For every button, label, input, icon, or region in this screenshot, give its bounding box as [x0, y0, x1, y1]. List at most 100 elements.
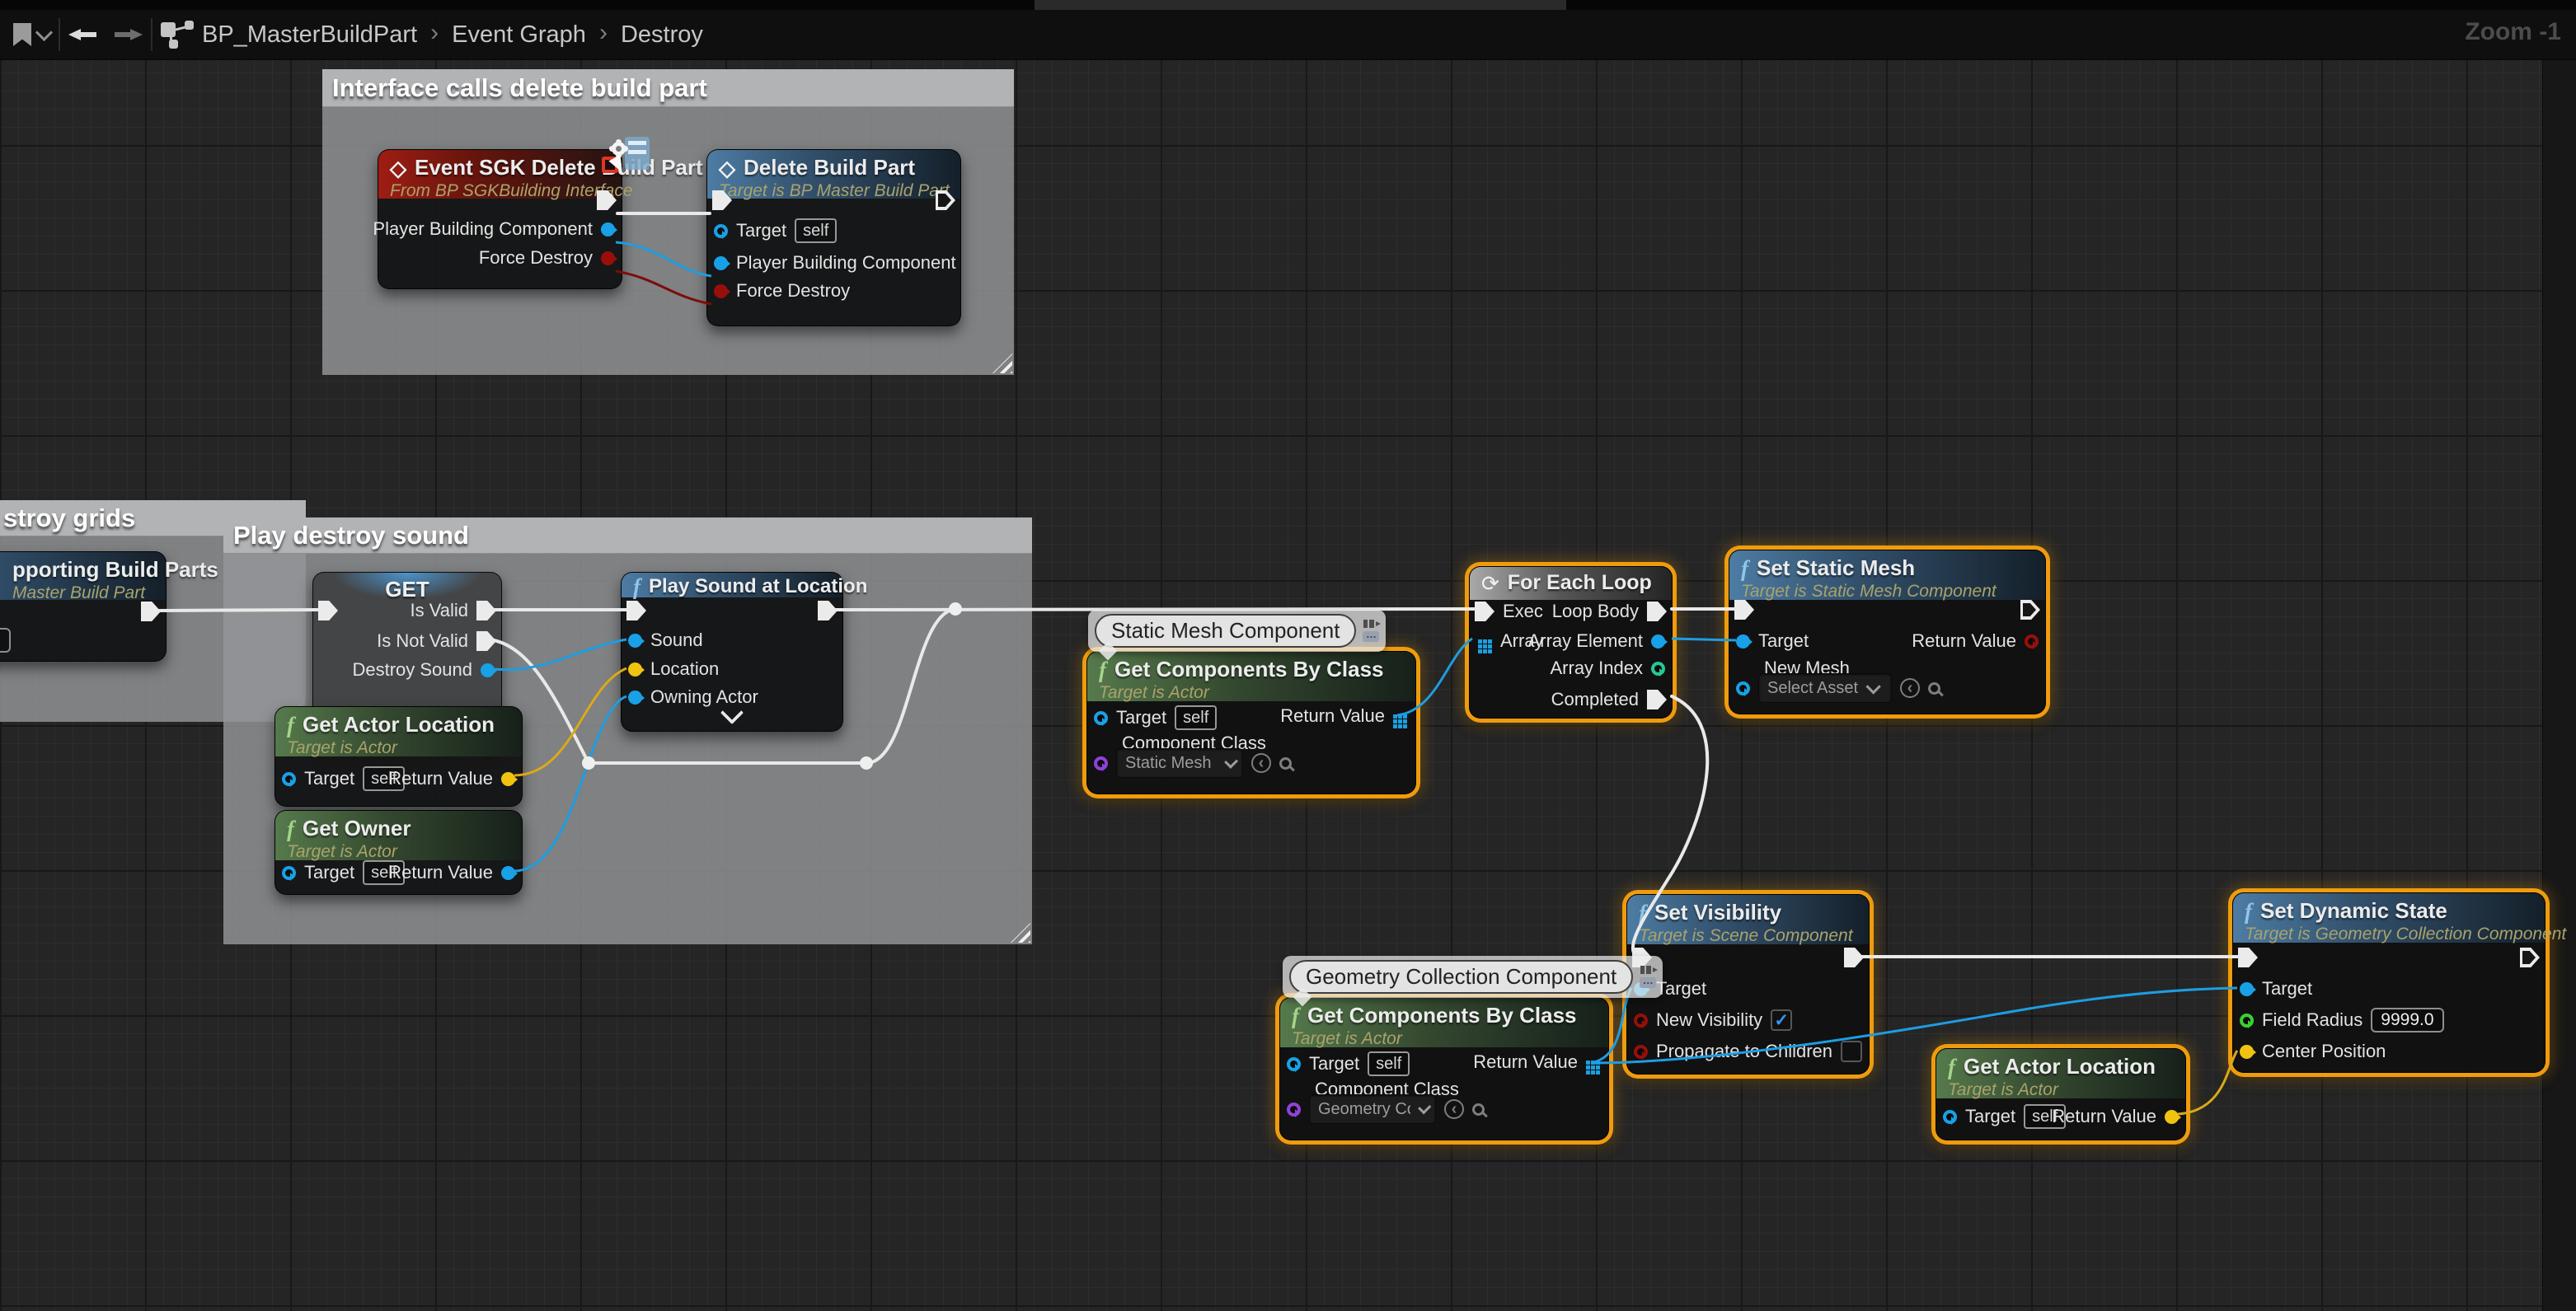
bookmarks-dropdown[interactable] — [13, 23, 50, 46]
vector-pin-in[interactable] — [628, 663, 642, 677]
exec-in-pin[interactable] — [2238, 948, 2258, 967]
exec-out-pin[interactable] — [818, 601, 838, 620]
use-selected-icon[interactable]: ‹ — [1251, 753, 1271, 773]
breadcrumb-destroy[interactable]: Destroy — [621, 21, 703, 49]
comment-title-bar[interactable]: Interface calls delete build part — [322, 69, 1014, 107]
browse-icon[interactable] — [1928, 682, 1940, 695]
breadcrumb-blueprint[interactable]: BP_MasterBuildPart — [202, 21, 417, 49]
object-pin-in[interactable] — [714, 256, 728, 270]
new-visibility-checkbox[interactable]: ✓ — [1771, 1009, 1792, 1031]
node-supporting-build-parts[interactable]: pporting Build Parts Master Build Part — [0, 551, 167, 662]
target-pin[interactable] — [1094, 711, 1108, 725]
bool-pin-in[interactable] — [1634, 1014, 1648, 1028]
use-selected-icon[interactable]: ‹ — [1444, 1099, 1464, 1119]
bubble-static-mesh-component[interactable]: Static Mesh Component … — [1088, 610, 1386, 652]
object-pin-out[interactable] — [501, 866, 515, 880]
propagate-to-children-checkbox[interactable] — [1841, 1041, 1862, 1062]
object-pin-in[interactable] — [628, 634, 642, 648]
navigate-back-button[interactable] — [68, 29, 96, 40]
asset-dropdown[interactable]: Select Asset — [1758, 673, 1892, 703]
value-box-clipped[interactable] — [0, 628, 11, 653]
pin-label: Owning Actor — [650, 686, 758, 708]
field-radius-value-box[interactable]: 9999.0 — [2371, 1008, 2443, 1032]
exec-in-pin[interactable] — [1475, 602, 1494, 621]
comment-title-bar[interactable]: Play destroy sound — [223, 517, 1032, 554]
node-get-components-by-class-2[interactable]: f Get Components By Class Target is Acto… — [1279, 997, 1609, 1140]
exec-out-completed-pin[interactable] — [1647, 690, 1667, 709]
bool-pin-in[interactable] — [714, 284, 728, 298]
node-get-owner[interactable]: f Get Owner Target is Actor Target self … — [274, 810, 523, 895]
use-selected-icon[interactable]: ‹ — [1900, 678, 1920, 698]
array-pin-out[interactable] — [1393, 714, 1397, 719]
self-value-box[interactable]: self — [1368, 1051, 1410, 1076]
target-pin[interactable] — [1736, 634, 1750, 648]
more-options-icon[interactable]: … — [1363, 631, 1379, 642]
exec-out-pin[interactable] — [2520, 948, 2540, 967]
node-subtitle: Target is Static Mesh Component — [1741, 582, 2034, 602]
breadcrumb-event-graph[interactable]: Event Graph — [452, 21, 586, 49]
node-event-sgk-delete-build-part[interactable]: ◇ Event SGK Delete Build Part From BP SG… — [378, 149, 622, 289]
exec-out-pin[interactable] — [936, 190, 955, 210]
float-pin-in[interactable] — [2240, 1014, 2254, 1028]
exec-out-pin[interactable] — [141, 602, 161, 621]
target-pin[interactable] — [1287, 1057, 1301, 1071]
object-pin-out[interactable] — [481, 663, 495, 677]
target-pin[interactable] — [2240, 982, 2254, 996]
node-set-static-mesh[interactable]: f Set Static Mesh Target is Static Mesh … — [1729, 550, 2046, 714]
bool-pin-out[interactable] — [601, 251, 615, 265]
array-pin-out[interactable] — [1586, 1061, 1590, 1065]
node-set-dynamic-state[interactable]: f Set Dynamic State Target is Geometry C… — [2232, 892, 2546, 1073]
class-dropdown[interactable]: Static Mesh Cor — [1116, 748, 1243, 778]
array-pin-in[interactable] — [1478, 639, 1482, 644]
exec-out-is-valid-pin[interactable] — [476, 601, 496, 620]
exec-in-pin[interactable] — [712, 190, 732, 210]
exec-in-pin[interactable] — [626, 601, 646, 620]
function-icon: f — [1948, 1058, 1955, 1076]
pin-icon[interactable] — [1363, 620, 1378, 628]
object-pin-out[interactable] — [1651, 634, 1665, 648]
bool-pin-out[interactable] — [2025, 634, 2039, 648]
node-for-each-loop[interactable]: ⟳ For Each Loop Exec Array Loop Body Arr… — [1469, 566, 1673, 719]
more-options-icon[interactable]: … — [1640, 977, 1656, 988]
object-pin-out[interactable] — [601, 222, 615, 236]
target-pin[interactable] — [282, 772, 296, 786]
graph-icon — [161, 21, 194, 49]
navigate-forward-button[interactable] — [115, 29, 143, 40]
node-play-sound-at-location[interactable]: f Play Sound at Location Sound Location … — [621, 572, 843, 732]
exec-out-pin[interactable] — [1844, 948, 1864, 967]
pin-label: Completed — [1551, 689, 1639, 710]
int-pin-out[interactable] — [1651, 662, 1665, 676]
node-set-visibility[interactable]: f Set Visibility Target is Scene Compone… — [1626, 894, 1870, 1075]
node-title: Play Sound at Location — [649, 575, 867, 598]
node-get-actor-location-2[interactable]: f Get Actor Location Target is Actor Tar… — [1936, 1048, 2186, 1140]
node-get-components-by-class-1[interactable]: f Get Components By Class Target is Acto… — [1086, 651, 1416, 794]
object-pin-in[interactable] — [628, 691, 642, 705]
exec-out-is-not-valid-pin[interactable] — [476, 631, 496, 651]
exec-out-pin[interactable] — [2020, 600, 2040, 620]
target-pin[interactable] — [714, 224, 728, 238]
node-delete-build-part[interactable]: ◇ Delete Build Part Target is BP Master … — [706, 149, 961, 326]
exec-out-loop-body-pin[interactable] — [1647, 602, 1667, 621]
bool-pin-in[interactable] — [1634, 1045, 1648, 1059]
class-pin-in[interactable] — [1094, 756, 1108, 770]
class-pin-in[interactable] — [1287, 1103, 1301, 1117]
vector-pin-in[interactable] — [2240, 1045, 2254, 1059]
exec-in-pin[interactable] — [1734, 600, 1754, 620]
exec-in-pin[interactable] — [318, 601, 338, 620]
object-pin-in[interactable] — [1736, 681, 1750, 695]
target-pin[interactable] — [1943, 1110, 1957, 1124]
self-value-box[interactable]: self — [795, 218, 837, 243]
function-icon: f — [633, 578, 640, 596]
vector-pin-out[interactable] — [2165, 1110, 2179, 1124]
class-dropdown[interactable]: Geometry Collec — [1309, 1094, 1436, 1124]
vector-pin-out[interactable] — [501, 772, 515, 786]
target-pin[interactable] — [282, 866, 296, 880]
exec-out-pin[interactable] — [597, 190, 617, 210]
browse-icon[interactable] — [1472, 1103, 1485, 1116]
pin-icon[interactable] — [1640, 966, 1655, 974]
bubble-geometry-collection-component[interactable]: Geometry Collection Component … — [1283, 956, 1663, 998]
browse-icon[interactable] — [1279, 757, 1292, 770]
node-get-actor-location-1[interactable]: f Get Actor Location Target is Actor Tar… — [274, 706, 523, 807]
chevron-down-icon — [1865, 679, 1880, 694]
self-value-box[interactable]: self — [1175, 705, 1217, 730]
